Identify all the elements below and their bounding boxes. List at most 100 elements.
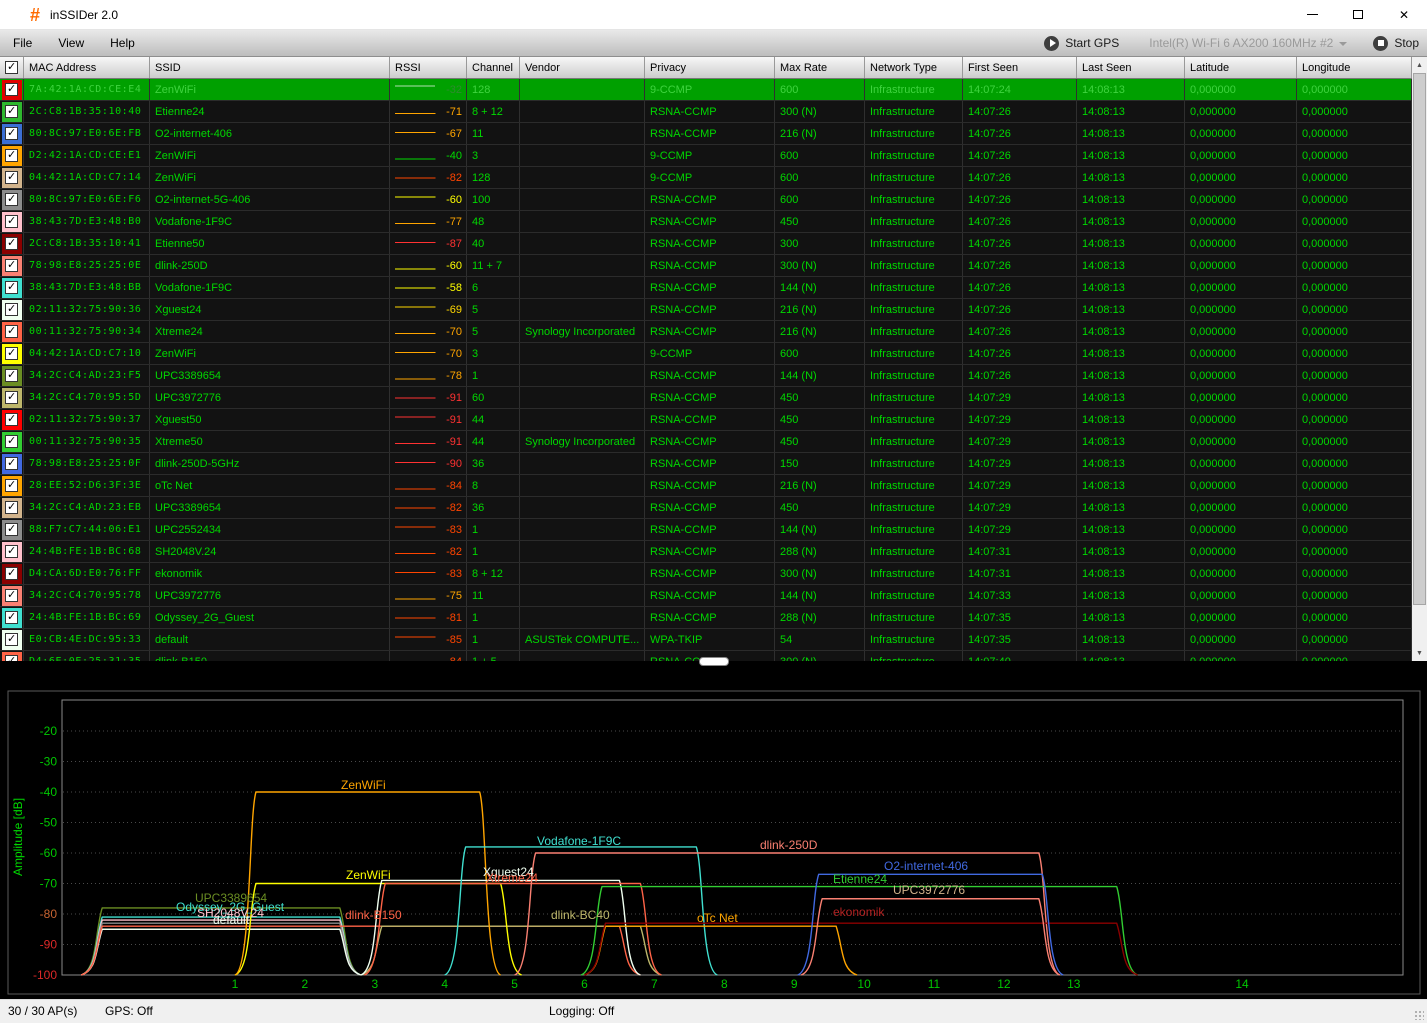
ap-count: 30 / 30 AP(s) — [8, 1004, 77, 1018]
row-checkbox[interactable] — [5, 589, 18, 602]
table-row[interactable]: 80:8C:97:E0:6E:F6O2-internet-5G-406-6010… — [0, 189, 1412, 211]
select-all-checkbox[interactable] — [5, 61, 18, 74]
column-header-longitude[interactable]: Longitude — [1297, 57, 1412, 78]
rssi-sparkline — [393, 413, 437, 427]
cell-channel: 8 + 12 — [467, 563, 520, 584]
column-header-last-seen[interactable]: Last Seen — [1077, 57, 1185, 78]
cell-ssid: Vodafone-1F9C — [150, 277, 390, 298]
cell-rssi: -83 — [390, 563, 467, 584]
row-checkbox[interactable] — [5, 215, 18, 228]
row-checkbox[interactable] — [5, 281, 18, 294]
table-row[interactable]: 34:2C:C4:70:95:78UPC3972776-7511RSNA-CCM… — [0, 585, 1412, 607]
table-row[interactable]: 80:8C:97:E0:6E:FBO2-internet-406-6711RSN… — [0, 123, 1412, 145]
table-row[interactable]: 78:98:E8:25:25:0Fdlink-250D-5GHz-9036RSN… — [0, 453, 1412, 475]
row-checkbox[interactable] — [5, 413, 18, 426]
scrollbar-thumb[interactable] — [1413, 73, 1426, 605]
table-row[interactable]: 38:43:7D:E3:48:B0Vodafone-1F9C-7748RSNA-… — [0, 211, 1412, 233]
table-row[interactable]: 04:42:1A:CD:C7:14ZenWiFi-821289-CCMP600I… — [0, 167, 1412, 189]
row-checkbox[interactable] — [5, 479, 18, 492]
table-scrollbar[interactable]: ▲ ▼ — [1412, 57, 1427, 661]
table-row[interactable]: 00:11:32:75:90:35Xtreme50-9144Synology I… — [0, 431, 1412, 453]
table-row[interactable]: 24:4B:FE:1B:BC:69Odyssey_2G_Guest-811RSN… — [0, 607, 1412, 629]
minimize-button[interactable] — [1289, 0, 1335, 30]
row-checkbox[interactable] — [5, 435, 18, 448]
row-checkbox[interactable] — [5, 127, 18, 140]
table-row[interactable]: 34:2C:C4:AD:23:F5UPC3389654-781RSNA-CCMP… — [0, 365, 1412, 387]
row-checkbox[interactable] — [5, 523, 18, 536]
column-header-select[interactable] — [0, 57, 24, 78]
column-header-vendor[interactable]: Vendor — [520, 57, 645, 78]
row-checkbox[interactable] — [5, 171, 18, 184]
table-row[interactable]: 04:42:1A:CD:C7:10ZenWiFi-7039-CCMP600Inf… — [0, 343, 1412, 365]
cell-first-seen: 14:07:26 — [963, 123, 1077, 144]
column-header-network-type[interactable]: Network Type — [865, 57, 963, 78]
cell-latitude: 0,000000 — [1185, 233, 1297, 254]
row-checkbox[interactable] — [5, 325, 18, 338]
row-checkbox[interactable] — [5, 83, 18, 96]
table-row[interactable]: 02:11:32:75:90:36Xguest24-695RSNA-CCMP21… — [0, 299, 1412, 321]
row-checkbox[interactable] — [5, 149, 18, 162]
table-row[interactable]: E0:CB:4E:DC:95:33default-851ASUSTek COMP… — [0, 629, 1412, 651]
close-button[interactable]: ✕ — [1381, 0, 1427, 30]
scroll-up-arrow-icon[interactable]: ▲ — [1412, 57, 1427, 73]
row-checkbox[interactable] — [5, 633, 18, 646]
table-row[interactable]: D4:CA:6D:E0:76:FFekonomik-838 + 12RSNA-C… — [0, 563, 1412, 585]
cell-mac: 34:2C:C4:70:95:5D — [24, 387, 150, 408]
column-header-max-rate[interactable]: Max Rate — [775, 57, 865, 78]
table-row[interactable]: 02:11:32:75:90:37Xguest50-9144RSNA-CCMP4… — [0, 409, 1412, 431]
cell-rssi: -75 — [390, 585, 467, 606]
rssi-value: -40 — [446, 150, 462, 162]
table-row[interactable]: 34:2C:C4:70:95:5DUPC3972776-9160RSNA-CCM… — [0, 387, 1412, 409]
stop-button[interactable]: Stop — [1373, 36, 1419, 51]
adapter-select[interactable]: Intel(R) Wi-Fi 6 AX200 160MHz #2 — [1149, 36, 1347, 50]
row-checkbox[interactable] — [5, 501, 18, 514]
column-header-rssi[interactable]: RSSI — [390, 57, 467, 78]
table-row[interactable]: 78:98:E8:25:25:0Edlink-250D-6011 + 7RSNA… — [0, 255, 1412, 277]
row-checkbox[interactable] — [5, 369, 18, 382]
table-row[interactable]: 00:11:32:75:90:34Xtreme24-705Synology In… — [0, 321, 1412, 343]
row-checkbox[interactable] — [5, 347, 18, 360]
splitter[interactable] — [0, 661, 1427, 687]
column-header-latitude[interactable]: Latitude — [1185, 57, 1297, 78]
cell-max-rate: 450 — [775, 387, 865, 408]
column-header-ssid[interactable]: SSID — [150, 57, 390, 78]
column-header-privacy[interactable]: Privacy — [645, 57, 775, 78]
row-checkbox[interactable] — [5, 567, 18, 580]
maximize-button[interactable] — [1335, 0, 1381, 30]
column-header-mac[interactable]: MAC Address — [24, 57, 150, 78]
cell-max-rate: 300 — [775, 233, 865, 254]
table-row[interactable]: 88:F7:C7:44:06:E1UPC2552434-831RSNA-CCMP… — [0, 519, 1412, 541]
table-row[interactable]: 7A:42:1A:CD:CE:E4ZenWiFi-321289-CCMP600I… — [0, 79, 1412, 101]
row-checkbox[interactable] — [5, 105, 18, 118]
row-checkbox[interactable] — [5, 391, 18, 404]
row-checkbox[interactable] — [5, 237, 18, 250]
column-header-channel[interactable]: Channel — [467, 57, 520, 78]
cell-longitude: 0,000000 — [1297, 233, 1412, 254]
cell-channel: 1 — [467, 519, 520, 540]
table-row[interactable]: 38:43:7D:E3:48:BBVodafone-1F9C-586RSNA-C… — [0, 277, 1412, 299]
menu-file[interactable]: File — [0, 30, 45, 57]
row-checkbox[interactable] — [5, 303, 18, 316]
menu-view[interactable]: View — [45, 30, 97, 57]
row-checkbox[interactable] — [5, 193, 18, 206]
column-header-first-seen[interactable]: First Seen — [963, 57, 1077, 78]
table-row[interactable]: 28:EE:52:D6:3F:3EoTc Net-848RSNA-CCMP216… — [0, 475, 1412, 497]
graph-panel: -20-30-40-50-60-70-80-90-100123456789101… — [0, 687, 1427, 999]
cell-last-seen: 14:08:13 — [1077, 189, 1185, 210]
cell-max-rate: 216 (N) — [775, 123, 865, 144]
row-checkbox[interactable] — [5, 545, 18, 558]
row-checkbox[interactable] — [5, 457, 18, 470]
table-row[interactable]: 34:2C:C4:AD:23:EBUPC3389654-8236RSNA-CCM… — [0, 497, 1412, 519]
scroll-down-arrow-icon[interactable]: ▼ — [1412, 645, 1427, 661]
resize-grip[interactable] — [1414, 1010, 1424, 1020]
table-row[interactable]: 2C:C8:1B:35:10:41Etienne50-8740RSNA-CCMP… — [0, 233, 1412, 255]
cell-ssid: ekonomik — [150, 563, 390, 584]
table-row[interactable]: 2C:C8:1B:35:10:40Etienne24-718 + 12RSNA-… — [0, 101, 1412, 123]
row-checkbox[interactable] — [5, 611, 18, 624]
menu-help[interactable]: Help — [97, 30, 148, 57]
row-checkbox[interactable] — [5, 259, 18, 272]
splitter-handle[interactable] — [699, 657, 729, 666]
table-row[interactable]: 24:4B:FE:1B:BC:68SH2048V.24-821RSNA-CCMP… — [0, 541, 1412, 563]
start-gps-button[interactable]: Start GPS — [1044, 36, 1119, 51]
table-row[interactable]: D2:42:1A:CD:CE:E1ZenWiFi-4039-CCMP600Inf… — [0, 145, 1412, 167]
